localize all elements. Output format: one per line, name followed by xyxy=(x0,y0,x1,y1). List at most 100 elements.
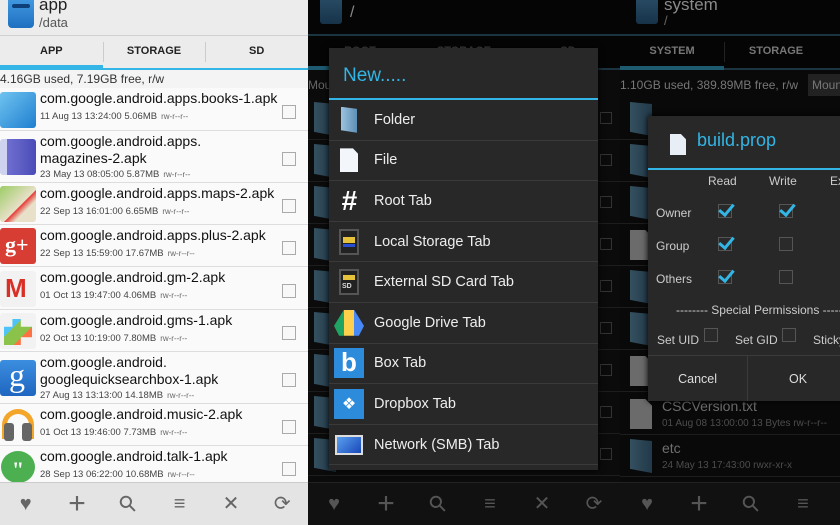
others-write-checkbox[interactable] xyxy=(779,270,793,284)
select-checkbox[interactable] xyxy=(600,154,612,166)
select-checkbox[interactable] xyxy=(600,238,612,250)
menu-item-file[interactable]: File xyxy=(329,141,598,182)
header-title: app xyxy=(39,0,68,14)
new-dialog: New..... Folder File # Root Tab Local Storag… xyxy=(329,48,598,470)
setuid-checkbox[interactable] xyxy=(704,328,718,342)
select-checkbox[interactable] xyxy=(282,326,296,340)
others-read-checkbox[interactable] xyxy=(718,270,732,284)
group-read-checkbox[interactable] xyxy=(718,237,732,251)
list-item[interactable]: com.google.android.gms-1.apk 02 Oct 13 10… xyxy=(0,310,308,352)
select-checkbox[interactable] xyxy=(282,373,296,387)
file-date-size: 22 Sep 13 15:59:00 17.67MB xyxy=(40,248,164,259)
sticky-label: Sticky xyxy=(813,333,840,347)
tab-storage[interactable]: STORAGE xyxy=(724,36,828,68)
heart-icon[interactable]: ♥ xyxy=(13,491,39,517)
select-checkbox[interactable] xyxy=(282,152,296,166)
sd-card-icon: SD xyxy=(334,267,364,297)
select-checkbox[interactable] xyxy=(282,420,296,434)
list-item[interactable]: Mcom.google.android.gm-2.apk 01 Oct 13 19… xyxy=(0,267,308,310)
select-checkbox[interactable] xyxy=(600,448,612,460)
plus-icon[interactable]: + xyxy=(686,489,712,519)
tab-bar: SYSTEM STORAGE xyxy=(620,36,840,70)
file-date-size: 11 Aug 13 13:24:00 5.06MB xyxy=(40,111,158,122)
system-panel: system / SYSTEM STORAGE 1.10GB used, 389… xyxy=(620,0,840,525)
mount-label: Mou xyxy=(308,78,332,92)
select-checkbox[interactable] xyxy=(600,406,612,418)
file-meta: 27 Aug 13 13:13:00 14.18MB rw-r--r-- xyxy=(40,390,194,401)
permission-row-label: Others xyxy=(656,272,693,286)
select-checkbox[interactable] xyxy=(600,364,612,376)
group-write-checkbox[interactable] xyxy=(779,237,793,251)
books-icon xyxy=(0,91,36,128)
search-icon[interactable]: ⚲ xyxy=(420,486,457,523)
select-checkbox[interactable] xyxy=(600,280,612,292)
header: app /data xyxy=(0,0,308,36)
file-permissions: rw-r--r-- xyxy=(161,112,189,121)
select-checkbox[interactable] xyxy=(600,322,612,334)
mount-button[interactable]: Mount xyxy=(808,74,840,96)
tab-system[interactable]: SYSTEM xyxy=(620,36,724,70)
permission-row-label: Owner xyxy=(656,206,692,220)
menu-item-local-storage-tab[interactable]: Local Storage Tab xyxy=(329,222,598,263)
cancel-button[interactable]: Cancel xyxy=(648,356,749,401)
select-checkbox[interactable] xyxy=(600,196,612,208)
plus-icon[interactable]: + xyxy=(64,489,90,519)
select-checkbox[interactable] xyxy=(282,104,296,119)
list-item[interactable]: com.google.android.music-2.apk 01 Oct 13 … xyxy=(0,404,308,446)
owner-write-checkbox[interactable] xyxy=(779,204,793,218)
list-item[interactable]: com.google.android.apps. magazines-2.apk 2… xyxy=(0,131,308,183)
close-icon[interactable]: ✕ xyxy=(218,491,244,517)
menu-item-folder[interactable]: Folder xyxy=(329,100,598,141)
menu-item-external-sd-card-tab[interactable]: SD External SD Card Tab xyxy=(329,262,598,303)
menu-item-network-smb-tab[interactable]: Network (SMB) Tab xyxy=(329,425,598,466)
setgid-checkbox[interactable] xyxy=(782,328,796,342)
sort-icon[interactable]: ≡ xyxy=(477,491,503,517)
search-icon[interactable]: ⚲ xyxy=(733,486,770,523)
file-date-size: 27 Aug 13 13:13:00 14.18MB xyxy=(40,390,164,401)
dialog-header: build.prop xyxy=(648,116,840,170)
file-permissions: rw-r--r-- xyxy=(160,291,188,300)
ok-button[interactable]: OK xyxy=(748,356,840,401)
select-checkbox[interactable] xyxy=(282,241,296,255)
heart-icon[interactable]: ♥ xyxy=(321,491,347,517)
menu-item-label: Local Storage Tab xyxy=(374,233,491,250)
sort-icon[interactable]: ≡ xyxy=(790,491,816,517)
tab-app[interactable]: APP xyxy=(0,36,103,70)
list-item[interactable]: etc 24 May 13 17:43:00 rwxr-xr-x xyxy=(620,435,840,477)
refresh-icon[interactable]: ⟳ xyxy=(581,491,607,517)
list-item[interactable]: g+ com.google.android.apps.plus-2.apk 22 S… xyxy=(0,225,308,267)
file-date-size: 01 Oct 13 19:47:00 4.06MB xyxy=(40,290,157,301)
local-storage-icon xyxy=(334,227,364,257)
select-checkbox[interactable] xyxy=(282,199,296,213)
file-meta: 23 May 13 08:05:00 5.87MB rw-r--r-- xyxy=(40,169,190,180)
google-drive-icon xyxy=(334,308,364,338)
tab-sd[interactable]: SD xyxy=(205,36,308,68)
menu-item-box-tab[interactable]: b Box Tab xyxy=(329,344,598,385)
search-icon[interactable]: ⚲ xyxy=(110,486,147,523)
tab-storage[interactable]: STORAGE xyxy=(102,36,206,68)
text-file-icon xyxy=(630,399,652,429)
refresh-icon[interactable]: ⟳ xyxy=(269,491,295,517)
menu-item-label: External SD Card Tab xyxy=(374,274,514,291)
menu-item-google-drive-tab[interactable]: Google Drive Tab xyxy=(329,303,598,344)
menu-item-root-tab[interactable]: # Root Tab xyxy=(329,181,598,222)
close-icon[interactable]: ✕ xyxy=(529,491,555,517)
list-item[interactable]: com.google.android.apps.books-1.apk 11 Au… xyxy=(0,88,308,131)
file-name: com.google.android.apps.books-1.apk xyxy=(40,90,278,106)
sort-icon[interactable]: ≡ xyxy=(167,491,193,517)
list-item[interactable]: g com.google.android. googlequicksearchbox… xyxy=(0,352,308,404)
heart-icon[interactable]: ♥ xyxy=(634,491,660,517)
file-permissions: rw-r--r-- xyxy=(162,207,190,216)
tab-bar: APP STORAGE SD xyxy=(0,36,308,70)
select-checkbox[interactable] xyxy=(282,283,296,298)
bottom-toolbar: ♥ + ⚲ ≡ ✕ ⟳ xyxy=(308,482,620,525)
column-write: Write xyxy=(769,174,797,188)
header-path: /data xyxy=(39,15,68,30)
plus-icon[interactable]: + xyxy=(373,489,399,519)
owner-read-checkbox[interactable] xyxy=(718,204,732,218)
select-checkbox[interactable] xyxy=(600,112,612,124)
list-item[interactable]: com.google.android.apps.maps-2.apk 22 Sep… xyxy=(0,183,308,225)
menu-item-dropbox-tab[interactable]: ❖ Dropbox Tab xyxy=(329,384,598,425)
select-checkbox[interactable] xyxy=(282,462,296,476)
music-icon xyxy=(0,407,36,443)
